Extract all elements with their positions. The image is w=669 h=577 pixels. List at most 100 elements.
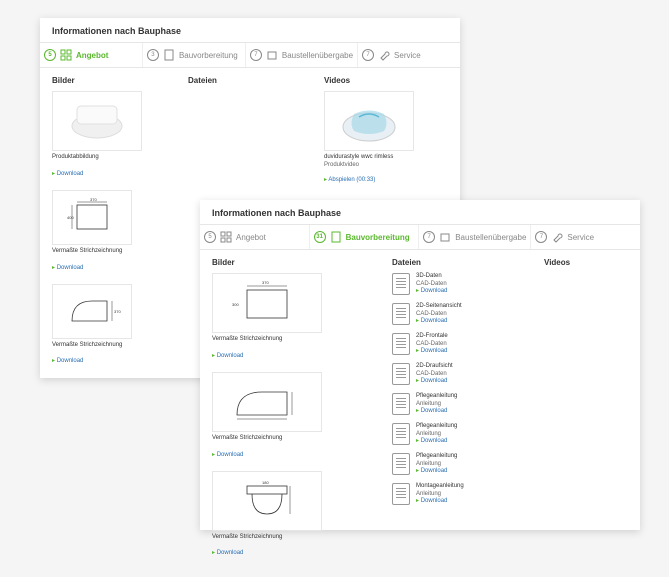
caption: Vermaßte Strichzeichnung [212,534,380,542]
file-item: 2D-FrontaleCAD-DatenDownload [392,333,532,355]
file-icon [392,423,410,445]
col-header: Videos [324,76,448,85]
doc-icon [330,231,342,243]
file-title: Pflegeanleitung [416,393,457,401]
tab-label: Service [394,51,421,60]
col-header: Videos [544,258,628,267]
tab-service[interactable]: 7 Service [531,225,640,249]
caption: duvidurastyle wwc rimless [324,154,448,162]
file-item: PflegeanleitungAnleitungDownload [392,423,532,445]
svg-text:370: 370 [262,280,269,285]
wrench-icon [378,49,390,61]
file-title: 2D-Draufsicht [416,363,453,371]
tab-label: Bauvorbereitung [179,51,238,60]
tab-num: 3 [147,49,159,61]
tab-num: 31 [314,231,326,243]
panel-title: Informationen nach Bauphase [200,200,640,224]
columns: Bilder 370300Vermaßte StrichzeichnungDow… [200,250,640,577]
col-header: Bilder [52,76,176,85]
download-link[interactable]: Download [416,407,457,414]
file-title: 2D-Frontale [416,333,448,341]
download-link[interactable]: Download [416,377,453,384]
file-title: 2D-Seitenansicht [416,303,462,311]
download-link[interactable]: Download [416,287,447,294]
product-image[interactable] [52,91,142,151]
file-icon [392,303,410,325]
box-icon [439,231,451,243]
svg-text:300: 300 [232,302,239,307]
tab-num: 7 [423,231,435,243]
download-link[interactable]: Download [212,353,243,359]
video-thumb[interactable] [324,91,414,151]
download-link[interactable]: Download [416,317,462,324]
drawing-image[interactable]: 370 400 [52,190,132,245]
tab-bauvorbereitung[interactable]: 31 Bauvorbereitung [310,225,420,249]
file-icon [392,453,410,475]
svg-text:180: 180 [262,480,269,485]
download-link[interactable]: Download [52,358,83,364]
file-item: PflegeanleitungAnleitungDownload [392,453,532,475]
download-link[interactable]: Download [416,497,464,504]
tab-angebot[interactable]: 5 Angebot [40,43,143,67]
file-item: MontageanleitungAnleitungDownload [392,483,532,505]
drawing-image[interactable]: 180 [212,471,322,531]
file-title: Pflegeanleitung [416,423,457,431]
file-title: Montageanleitung [416,483,464,491]
file-icon [392,483,410,505]
grid-icon [60,49,72,61]
download-link[interactable]: Download [212,550,243,556]
box-icon [266,49,278,61]
tabs: 5 Angebot 3 Bauvorbereitung 7 Baustellen… [40,42,460,68]
tab-num: 7 [250,49,262,61]
tab-baustellenuebergabe[interactable]: 7 Baustellenübergabe [246,43,358,67]
image-item: 370300Vermaßte StrichzeichnungDownload [212,273,380,362]
svg-text:370: 370 [114,309,121,314]
download-link[interactable]: Download [416,437,457,444]
col-header: Dateien [188,76,312,85]
subtitle: Produktvideo [324,162,448,168]
drawing-image[interactable] [212,372,322,432]
image-item: Vermaßte StrichzeichnungDownload [212,372,380,461]
tab-label: Baustellenübergabe [455,233,526,242]
file-title: 3D-Daten [416,273,447,281]
image-item: 370 400 Vermaßte Strichzeichnung Download [52,190,176,274]
svg-text:400: 400 [67,215,74,220]
file-icon [392,273,410,295]
image-item: Produktabbildung Download [52,91,176,180]
tab-label: Baustellenübergabe [282,51,353,60]
file-item: 3D-DatenCAD-DatenDownload [392,273,532,295]
play-link[interactable]: Abspielen (00:33) [324,177,375,183]
tab-angebot[interactable]: 5 Angebot [200,225,310,249]
col-header: Bilder [212,258,380,267]
video-item: duvidurastyle wwc rimless Produktvideo A… [324,91,448,186]
col-videos: Videos [544,258,628,569]
tab-num: 7 [362,49,374,61]
doc-icon [163,49,175,61]
download-link[interactable]: Download [416,347,448,354]
tab-baustellenuebergabe[interactable]: 7 Baustellenübergabe [419,225,531,249]
col-header: Dateien [392,258,532,267]
tab-num: 5 [44,49,56,61]
col-bilder: Bilder Produktabbildung Download 370 400 … [52,76,176,377]
tabs: 5 Angebot 31 Bauvorbereitung 7 Baustelle… [200,224,640,250]
image-item: 370 Vermaßte Strichzeichnung Download [52,284,176,368]
image-item: 180 Vermaßte Strichzeichnung Download [212,471,380,560]
caption: Vermaßte Strichzeichnung [52,342,176,350]
download-link[interactable]: Download [212,452,243,458]
grid-icon [220,231,232,243]
tab-service[interactable]: 7 Service [358,43,460,67]
download-link[interactable]: Download [416,467,457,474]
panel-title: Informationen nach Bauphase [40,18,460,42]
caption: Vermaßte Strichzeichnung [52,248,176,256]
drawing-image[interactable]: 370 300 [212,273,322,333]
file-item: PflegeanleitungAnleitungDownload [392,393,532,415]
drawing-image[interactable]: 370 [52,284,132,339]
svg-text:370: 370 [90,197,97,202]
caption: Produktabbildung [52,154,176,162]
tab-bauvorbereitung[interactable]: 3 Bauvorbereitung [143,43,246,67]
download-link[interactable]: Download [52,265,83,271]
download-link[interactable]: Download [52,171,83,177]
col-dateien: Dateien 3D-DatenCAD-DatenDownload 2D-Seit… [392,258,532,569]
col-bilder: Bilder 370300Vermaßte StrichzeichnungDow… [212,258,380,569]
tab-label: Bauvorbereitung [346,233,410,242]
